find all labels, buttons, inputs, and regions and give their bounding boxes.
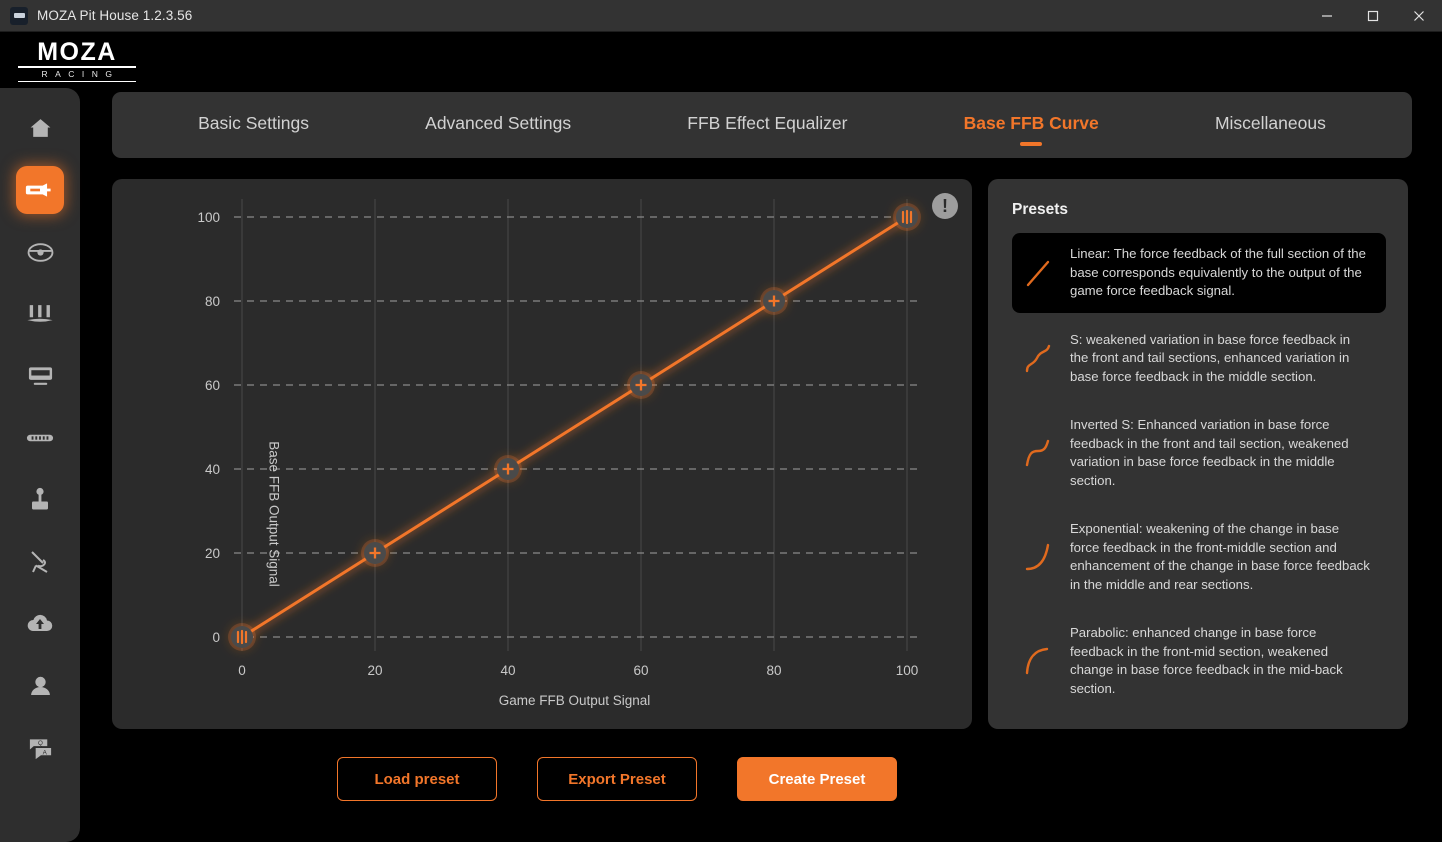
control-point[interactable] [893,203,921,231]
tab-bar: Basic Settings Advanced Settings FFB Eff… [112,92,1412,158]
window-title: MOZA Pit House 1.2.3.56 [37,8,193,23]
preset-item-linear[interactable]: Linear: The force feedback of the full s… [1012,233,1386,313]
sidebar-item-wheelbase[interactable] [16,166,64,214]
svg-text:80: 80 [766,663,781,678]
svg-text:Q: Q [37,740,42,747]
logo-band: MOZA RACING [0,32,1442,88]
linear-curve-icon [1020,257,1056,289]
chart-y-axis-label: Base FFB Output Signal [266,441,282,587]
dashboard-display-icon [28,367,52,385]
moza-racing-logo: MOZA RACING [18,39,136,82]
app-icon [10,6,28,25]
sidebar-item-rig[interactable] [16,538,64,586]
title-bar: MOZA Pit House 1.2.3.56 [0,0,1442,32]
svg-text:100: 100 [896,663,919,678]
preset-item-s-curve[interactable]: S: weakened variation in base force feed… [1012,319,1386,399]
svg-text:40: 40 [500,663,515,678]
control-point[interactable] [760,287,788,315]
control-point[interactable] [494,455,522,483]
preset-text: Parabolic: enhanced change in base force… [1070,625,1343,696]
logo-subtitle: RACING [18,68,136,82]
preset-text: Exponential: weakening of the change in … [1070,521,1370,592]
qa-support-icon: Q A [29,739,51,760]
preset-item-inverted-s-curve[interactable]: Inverted S: Enhanced variation in base f… [1012,404,1386,502]
preset-text: Linear: The force feedback of the full s… [1070,246,1366,298]
curve-line [241,215,908,639]
steering-wheel-icon [27,242,53,262]
tab-base-ffb-curve[interactable]: Base FFB Curve [954,107,1109,144]
minimize-button[interactable] [1304,0,1350,32]
s-curve-icon [1020,342,1056,374]
tab-basic-settings[interactable]: Basic Settings [188,107,319,144]
main-content: Basic Settings Advanced Settings FFB Eff… [80,88,1442,842]
sidebar-item-pedals[interactable] [16,290,64,338]
create-preset-button[interactable]: Create Preset [737,757,897,801]
curve-plot[interactable]: 0 20 40 60 80 100 0 20 40 60 80 100 Game FFB Output … [112,179,972,729]
svg-text:0: 0 [212,630,220,645]
action-button-row: Load preset Export Preset Create Preset [112,757,1412,801]
sidebar-item-handbrake[interactable] [16,414,64,462]
chart-tick-labels: 0 20 40 60 80 100 0 20 40 60 80 100 Game FFB Output … [197,210,918,708]
pedals-icon [27,304,53,322]
logo-wordmark: MOZA [18,39,136,68]
seat-rig-icon [31,551,48,573]
presets-panel: Presets Linear: The force feedback of th… [988,179,1408,729]
svg-text:40: 40 [205,462,220,477]
cloud-upload-icon [27,614,53,631]
exclamation-circle-icon[interactable]: ! [932,193,958,219]
load-preset-button[interactable]: Load preset [337,757,497,801]
user-profile-icon [30,676,50,695]
home-icon [30,118,50,137]
wheelbase-icon [25,183,51,197]
svg-text:Game FFB Output Signal: Game FFB Output Signal [499,693,651,708]
app-shell: Q A Basic Settings Advanced Settings FFB… [0,88,1442,842]
sidebar-item-support[interactable]: Q A [16,724,64,772]
svg-text:80: 80 [205,294,220,309]
maximize-button[interactable] [1350,0,1396,32]
sidebar-item-home[interactable] [16,104,64,152]
inverted-s-curve-icon [1020,437,1056,469]
svg-text:20: 20 [367,663,382,678]
sidebar-item-profile[interactable] [16,662,64,710]
control-point[interactable] [627,371,655,399]
preset-text: Inverted S: Enhanced variation in base f… [1070,417,1349,488]
base-ffb-curve-chart[interactable]: ! 0 20 40 60 80 100 0 20 40 60 80 100 Game FFB Outpu… [112,179,972,729]
sidebar-item-cloud[interactable] [16,600,64,648]
handbrake-icon [26,434,54,442]
preset-item-exponential-curve[interactable]: Exponential: weakening of the change in … [1012,508,1386,606]
svg-text:100: 100 [197,210,220,225]
control-point[interactable] [228,623,256,651]
sidebar: Q A [0,88,80,842]
svg-text:60: 60 [205,378,220,393]
shifter-icon [32,487,48,510]
close-button[interactable] [1396,0,1442,32]
preset-text: S: weakened variation in base force feed… [1070,331,1351,384]
exponential-curve-icon [1020,541,1056,573]
sidebar-item-dashboard[interactable] [16,352,64,400]
parabolic-curve-icon [1020,645,1056,677]
tab-advanced-settings[interactable]: Advanced Settings [415,107,581,144]
sidebar-item-shifter[interactable] [16,476,64,524]
svg-text:20: 20 [205,546,220,561]
tab-ffb-effect-equalizer[interactable]: FFB Effect Equalizer [677,107,857,144]
panels-row: ! 0 20 40 60 80 100 0 20 40 60 80 100 Game FFB Outpu… [112,179,1412,729]
svg-text:0: 0 [238,663,246,678]
preset-item-parabolic-curve[interactable]: Parabolic: enhanced change in base force… [1012,612,1386,710]
svg-text:60: 60 [633,663,648,678]
tab-miscellaneous[interactable]: Miscellaneous [1205,107,1336,144]
presets-heading: Presets [1012,201,1069,218]
control-point[interactable] [361,539,389,567]
sidebar-item-steering-wheel[interactable] [16,228,64,276]
export-preset-button[interactable]: Export Preset [537,757,697,801]
